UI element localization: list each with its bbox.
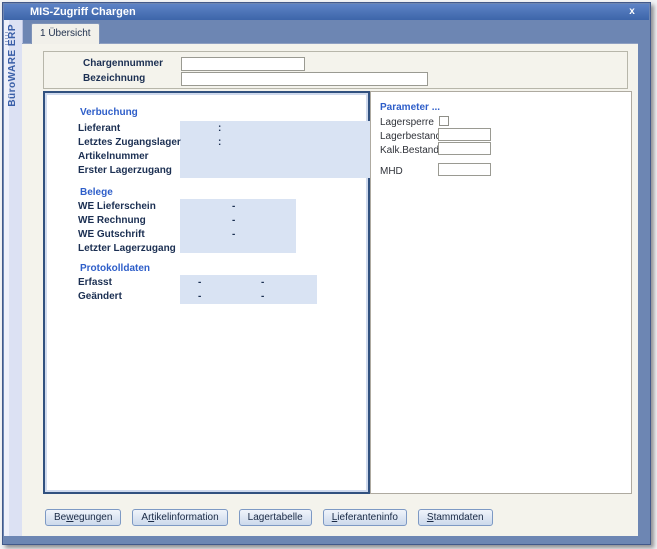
app-window: MIS-Zugriff Chargen x BüroWARE ERP 1 Übe… bbox=[2, 2, 651, 545]
artikelinformation-button[interactable]: Artikelinformation bbox=[132, 509, 227, 526]
brand-label: BüroWARE ERP bbox=[7, 24, 18, 107]
parameter-title: Parameter ... bbox=[380, 102, 440, 113]
chargennummer-label: Chargennummer bbox=[83, 58, 163, 69]
detail-panel: Verbuchung Lieferant : Letztes Zugangsla… bbox=[43, 91, 370, 494]
parameter-panel: Parameter ... Lagersperre Lagerbestand K… bbox=[370, 91, 632, 494]
row-label: Letztes Zugangslager bbox=[78, 137, 181, 148]
kalkbestand-label: Kalk.Bestand bbox=[380, 145, 439, 156]
row-label: Letzter Lagerzugang bbox=[78, 243, 176, 254]
lagerbestand-label: Lagerbestand bbox=[380, 131, 441, 142]
content-area: Chargennummer Bezeichnung Verbuchung Lie… bbox=[22, 43, 638, 536]
row-value: - bbox=[261, 277, 264, 288]
tab-uebersicht[interactable]: 1 Übersicht bbox=[31, 23, 100, 44]
row-value: : bbox=[218, 137, 221, 148]
footer-button-bar: Bewegungen Artikelinformation Lagertabel… bbox=[45, 509, 493, 526]
belege-value-area bbox=[180, 199, 296, 253]
row-value: - bbox=[261, 291, 264, 302]
title-bar[interactable]: MIS-Zugriff Chargen x bbox=[4, 4, 649, 20]
verbuchung-value-area bbox=[180, 121, 372, 178]
row-value: - bbox=[232, 215, 235, 226]
stammdaten-button[interactable]: Stammdaten bbox=[418, 509, 493, 526]
row-label: Artikelnummer bbox=[78, 151, 149, 162]
section-title-verbuchung: Verbuchung bbox=[80, 107, 138, 118]
lagertabelle-button[interactable]: Lagertabelle bbox=[239, 509, 312, 526]
chargennummer-input[interactable] bbox=[181, 57, 305, 71]
lagersperre-label: Lagersperre bbox=[380, 117, 434, 128]
lagersperre-checkbox[interactable] bbox=[439, 116, 449, 126]
lagerbestand-input[interactable] bbox=[438, 128, 491, 141]
window-title: MIS-Zugriff Chargen bbox=[30, 6, 136, 18]
kalkbestand-input[interactable] bbox=[438, 142, 491, 155]
screen: MIS-Zugriff Chargen x BüroWARE ERP 1 Übe… bbox=[0, 0, 657, 549]
row-label: Lieferant bbox=[78, 123, 120, 134]
bezeichnung-label: Bezeichnung bbox=[83, 73, 145, 84]
row-label: WE Gutschrift bbox=[78, 229, 145, 240]
row-label: Erster Lagerzugang bbox=[78, 165, 172, 176]
row-value: - bbox=[198, 277, 201, 288]
row-label: WE Lieferschein bbox=[78, 201, 156, 212]
row-label: WE Rechnung bbox=[78, 215, 146, 226]
lieferanteninfo-button[interactable]: Lieferanteninfo bbox=[323, 509, 407, 526]
bezeichnung-input[interactable] bbox=[181, 72, 428, 86]
row-value: - bbox=[232, 229, 235, 240]
section-title-belege: Belege bbox=[80, 187, 113, 198]
mhd-label: MHD bbox=[380, 166, 403, 177]
row-label: Erfasst bbox=[78, 277, 112, 288]
header-form-box: Chargennummer Bezeichnung bbox=[43, 51, 628, 89]
mhd-input[interactable] bbox=[438, 163, 491, 176]
close-icon[interactable]: x bbox=[625, 4, 639, 20]
sidebar-strip: BüroWARE ERP bbox=[4, 20, 23, 536]
row-value: - bbox=[198, 291, 201, 302]
bewegungen-button[interactable]: Bewegungen bbox=[45, 509, 121, 526]
section-title-protokolldaten: Protokolldaten bbox=[80, 263, 150, 274]
row-value: : bbox=[218, 123, 221, 134]
row-label: Geändert bbox=[78, 291, 122, 302]
row-value: - bbox=[232, 201, 235, 212]
